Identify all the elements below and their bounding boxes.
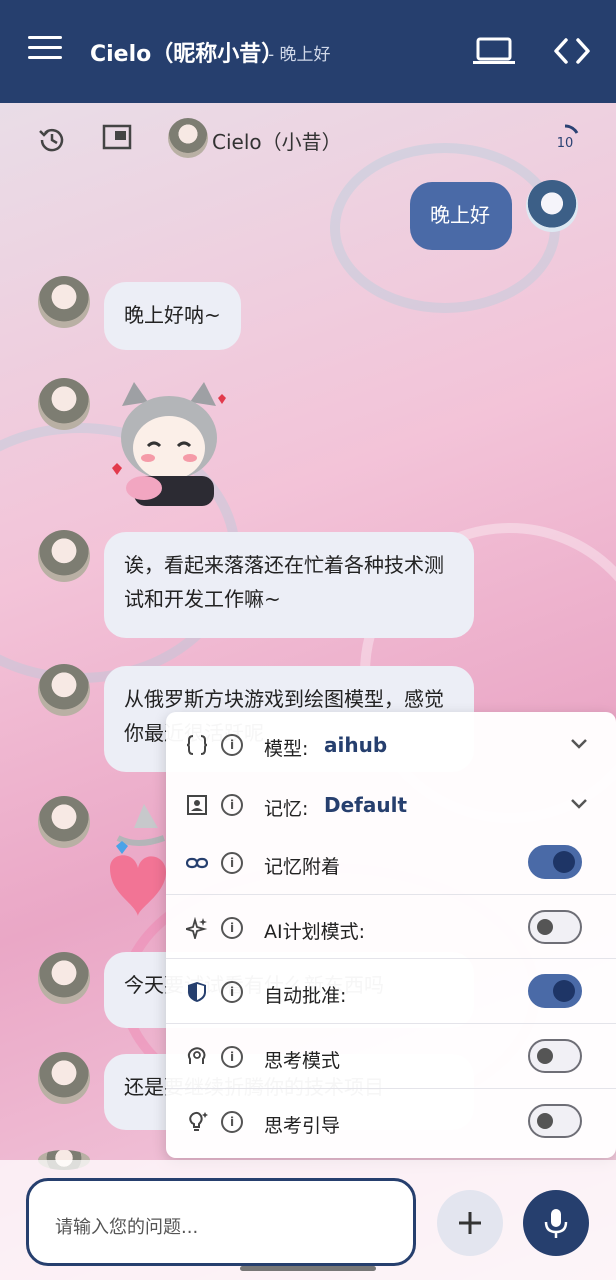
memory-attach-label: 记忆附着 [264, 856, 341, 878]
memory-attach-row: i 记忆附着 [166, 830, 616, 894]
progress-ring-icon [564, 124, 579, 134]
character-name[interactable]: Cielo（小昔） [212, 126, 342, 155]
user-message-bubble: 晚上好 [410, 182, 512, 250]
auto-approve-toggle[interactable] [528, 974, 582, 1008]
chat-title: Cielo（昵称小昔） [90, 42, 284, 67]
context-counter[interactable]: 10 [548, 120, 582, 160]
thinking-guide-toggle[interactable] [528, 1104, 582, 1138]
top-app-bar: Cielo（昵称小昔） - 晚上好 [0, 0, 616, 103]
plus-icon [459, 1212, 481, 1234]
chat-subtitle: - 晚上好 [268, 45, 331, 65]
model-label: 模型: [264, 738, 309, 760]
heart-sticker-illustration [110, 804, 166, 916]
character-avatar[interactable] [168, 118, 208, 158]
message-input[interactable]: 请输入您的问题... [26, 1178, 416, 1266]
model-value: aihub [324, 733, 388, 757]
auto-approve-row: i 自动批准: [166, 958, 616, 1022]
assistant-avatar[interactable] [38, 1052, 90, 1104]
composer-bar: 请输入您的问题... [0, 1160, 616, 1280]
sticker-image [104, 376, 234, 506]
window-icon[interactable] [102, 124, 132, 150]
menu-icon[interactable] [28, 36, 62, 66]
sparkles-icon [186, 917, 208, 939]
model-selector[interactable]: i 模型: aihub [166, 712, 616, 776]
memory-label: 记忆: [264, 798, 309, 820]
info-icon[interactable]: i [221, 1046, 243, 1068]
thinking-guide-row: i 思考引导 [166, 1088, 616, 1152]
info-icon[interactable]: i [221, 917, 243, 939]
assistant-avatar[interactable] [38, 276, 90, 328]
memory-selector[interactable]: i 记忆: Default [166, 772, 616, 836]
assistant-avatar[interactable] [38, 378, 90, 430]
info-icon[interactable]: i [221, 981, 243, 1003]
chat-toolbar: Cielo（小昔） 10 [0, 110, 616, 166]
assistant-avatar[interactable] [38, 664, 90, 716]
chevron-down-icon [571, 799, 587, 809]
assistant-avatar[interactable] [38, 796, 90, 848]
microphone-icon [544, 1209, 568, 1238]
info-icon[interactable]: i [221, 852, 243, 874]
assistant-message-bubble: 晚上好呐~ [104, 282, 241, 350]
chat-settings-popup: i 模型: aihub i 记忆: Default i 记忆附着 i AI计划模… [166, 712, 616, 1158]
assistant-avatar[interactable] [38, 952, 90, 1004]
thinking-mode-label: 思考模式 [264, 1050, 341, 1072]
memory-attach-toggle[interactable] [528, 845, 582, 879]
laptop-icon[interactable] [472, 36, 516, 66]
catgirl-sticker-illustration [112, 382, 226, 506]
code-icon[interactable] [552, 36, 592, 66]
auto-approve-label: 自动批准: [264, 985, 347, 1007]
ai-plan-toggle[interactable] [528, 910, 582, 944]
thinking-guide-label: 思考引导 [264, 1115, 341, 1137]
history-icon[interactable] [36, 124, 68, 156]
braces-icon [186, 735, 208, 755]
info-icon[interactable]: i [221, 794, 243, 816]
gesture-handle [240, 1266, 376, 1271]
sticker-image [104, 798, 170, 928]
thinking-mode-toggle[interactable] [528, 1039, 582, 1073]
assistant-avatar[interactable] [38, 530, 90, 582]
link-icon [186, 857, 208, 869]
add-button[interactable] [437, 1190, 503, 1256]
assistant-message-bubble: 诶，看起来落落还在忙着各种技术测试和开发工作嘛~ [104, 532, 474, 638]
voice-input-button[interactable] [523, 1190, 589, 1256]
ai-plan-label: AI计划模式: [264, 921, 366, 943]
thinking-mode-row: i 思考模式 [166, 1023, 616, 1087]
portrait-icon [187, 795, 207, 815]
info-icon[interactable]: i [221, 1111, 243, 1133]
chevron-down-icon [571, 739, 587, 749]
brain-head-icon [187, 1047, 206, 1064]
user-avatar[interactable] [526, 180, 578, 232]
lightbulb-icon [189, 1111, 208, 1131]
shield-icon [188, 982, 206, 1002]
info-icon[interactable]: i [221, 734, 243, 756]
ai-plan-row: i AI计划模式: [166, 894, 616, 958]
memory-value: Default [324, 793, 408, 817]
